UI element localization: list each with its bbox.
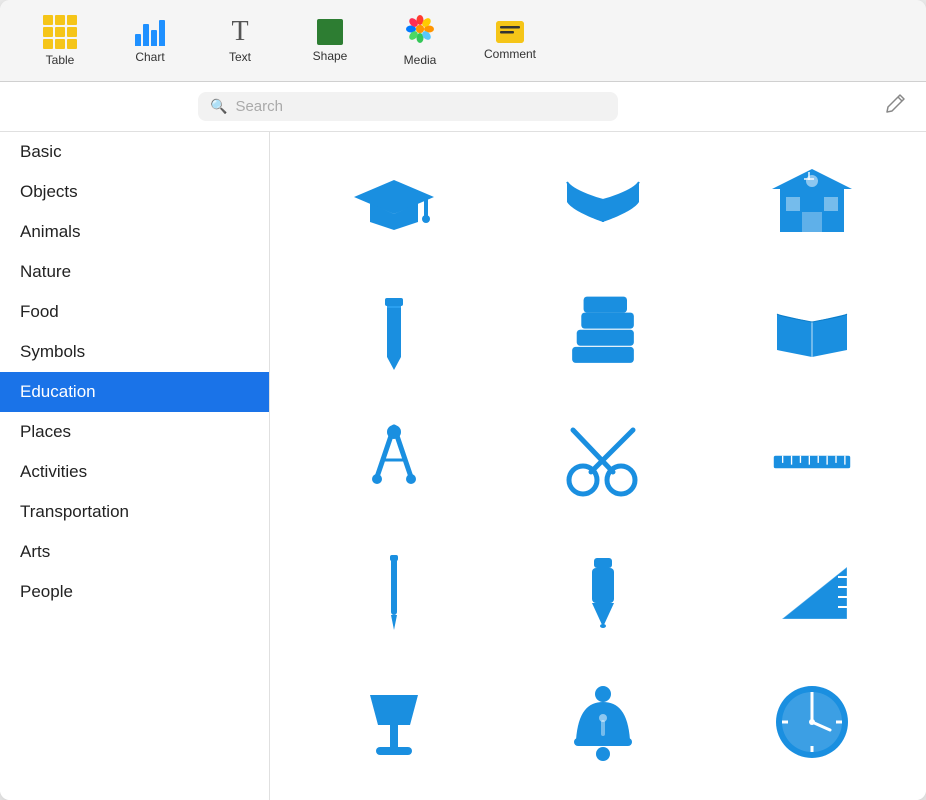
toolbar-shape-label: Shape: [313, 49, 348, 63]
icon-triangle-ruler[interactable]: [762, 542, 862, 642]
toolbar-media-label: Media: [404, 53, 437, 67]
toolbar: Table Chart T Text Shape: [0, 0, 926, 82]
icon-school-building[interactable]: [762, 152, 862, 252]
icon-pen-thin[interactable]: [344, 542, 444, 642]
sidebar-item-symbols[interactable]: Symbols: [0, 332, 269, 372]
icon-scissors[interactable]: [553, 412, 653, 512]
icon-school-bell[interactable]: [553, 672, 653, 772]
toolbar-media-button[interactable]: Media: [380, 8, 460, 73]
icon-open-book[interactable]: [553, 152, 653, 252]
icon-clock[interactable]: [762, 672, 862, 772]
toolbar-table-button[interactable]: Table: [20, 9, 100, 73]
toolbar-text-label: Text: [229, 50, 251, 64]
sidebar-item-activities[interactable]: Activities: [0, 452, 269, 492]
toolbar-comment-button[interactable]: Comment: [470, 15, 550, 67]
main-content: Basic Objects Animals Nature Food Symbol…: [0, 132, 926, 800]
icons-panel: [270, 132, 926, 800]
sidebar-item-places[interactable]: Places: [0, 412, 269, 452]
text-icon: T: [231, 18, 248, 46]
icon-fountain-pen[interactable]: [553, 542, 653, 642]
sidebar-item-transportation[interactable]: Transportation: [0, 492, 269, 532]
table-icon: [43, 15, 77, 49]
search-area: 🔍: [0, 82, 926, 132]
sidebar-item-education[interactable]: Education: [0, 372, 269, 412]
media-icon: [405, 14, 435, 49]
sidebar-item-food[interactable]: Food: [0, 292, 269, 332]
icon-compass[interactable]: [344, 412, 444, 512]
sidebar: Basic Objects Animals Nature Food Symbol…: [0, 132, 270, 800]
search-input[interactable]: [235, 98, 606, 115]
comment-icon: [496, 21, 524, 43]
icon-stack-books[interactable]: [553, 282, 653, 382]
sidebar-item-people[interactable]: People: [0, 572, 269, 612]
photos-svg: [405, 14, 435, 44]
search-icon: 🔍: [210, 98, 227, 115]
pen-icon: [884, 93, 906, 115]
icon-ruler[interactable]: [762, 412, 862, 512]
shape-icon: [317, 19, 343, 45]
sidebar-item-objects[interactable]: Objects: [0, 172, 269, 212]
icons-grid: [300, 152, 906, 800]
icon-book-open2[interactable]: [762, 282, 862, 382]
app-window: Table Chart T Text Shape: [0, 0, 926, 800]
toolbar-table-label: Table: [46, 53, 75, 67]
toolbar-chart-button[interactable]: Chart: [110, 12, 190, 70]
comment-svg: [496, 21, 524, 43]
toolbar-chart-label: Chart: [135, 50, 164, 64]
sidebar-item-basic[interactable]: Basic: [0, 132, 269, 172]
icon-pencil[interactable]: [344, 282, 444, 382]
sidebar-item-nature[interactable]: Nature: [0, 252, 269, 292]
pen-tool-button[interactable]: [884, 93, 906, 121]
chart-icon: [135, 18, 165, 46]
search-wrapper: 🔍: [198, 92, 618, 121]
toolbar-comment-label: Comment: [484, 47, 536, 61]
toolbar-text-button[interactable]: T Text: [200, 12, 280, 70]
sidebar-item-arts[interactable]: Arts: [0, 532, 269, 572]
toolbar-shape-button[interactable]: Shape: [290, 13, 370, 69]
sidebar-item-animals[interactable]: Animals: [0, 212, 269, 252]
icon-graduation-cap[interactable]: [344, 152, 444, 252]
icon-desk-lamp[interactable]: [344, 672, 444, 772]
